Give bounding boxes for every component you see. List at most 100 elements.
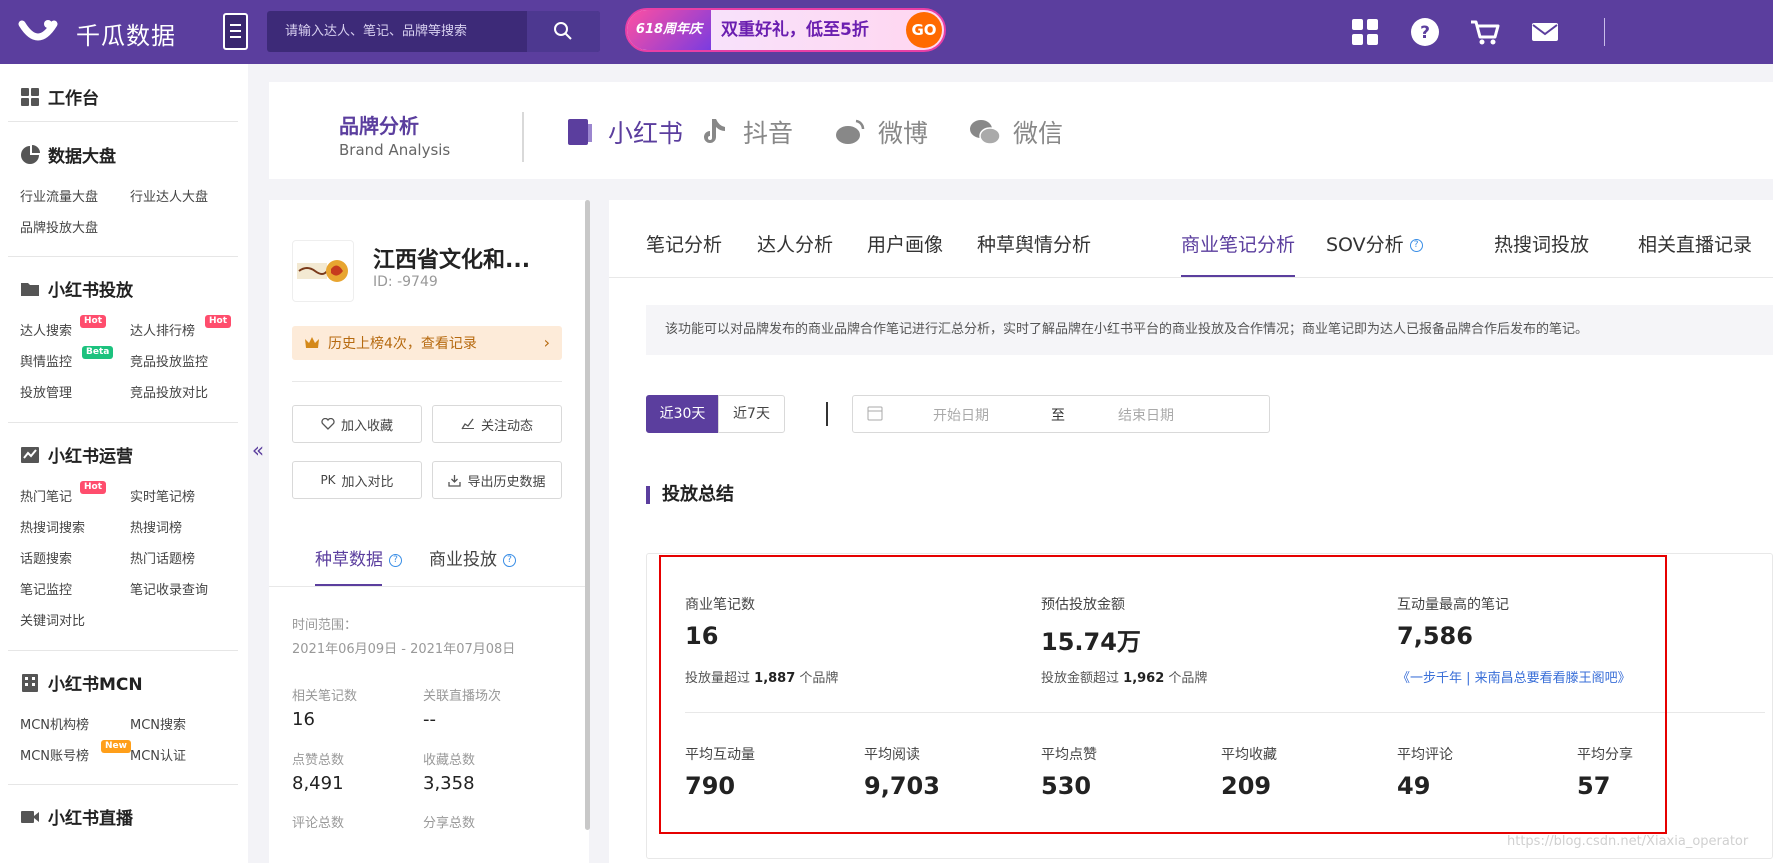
collapse-sidebar-button[interactable]: «	[248, 438, 268, 462]
sidebar-link-topic-search[interactable]: 话题搜索	[20, 548, 72, 567]
summary-value: 530	[1041, 772, 1092, 800]
placement-summary-card: 商业笔记数 16 投放量超过 1,887 个品牌 预估投放金额 15.74万 投…	[646, 553, 1773, 859]
sidebar-link-mcn-accounts[interactable]: MCN账号榜	[20, 745, 89, 764]
sidebar-link-note-monitor[interactable]: 笔记监控	[20, 579, 72, 598]
export-history-button[interactable]: 导出历史数据	[432, 461, 562, 499]
sidebar-item-workbench[interactable]: 工作台	[20, 84, 99, 109]
mail-icon[interactable]	[1530, 17, 1560, 47]
hot-badge: Hot	[205, 315, 232, 328]
watermark-text: https://blog.csdn.net/Xiaxia_operator	[1507, 834, 1749, 849]
help-circle-icon[interactable]: ?	[1409, 239, 1423, 252]
history-text: 历史上榜4次，查看记录	[328, 336, 477, 352]
sidebar-divider	[8, 650, 238, 651]
panel-scrollbar[interactable]	[585, 200, 590, 830]
sidebar-section-dashboard[interactable]: 数据大盘	[20, 142, 116, 167]
follow-updates-button[interactable]: 关注动态	[432, 405, 562, 443]
sidebar-link-hot-topics[interactable]: 热门话题榜	[130, 548, 195, 567]
tab-commercial-placement[interactable]: 商业投放?	[429, 545, 516, 570]
sidebar-link-competitor-compare[interactable]: 竞品投放对比	[130, 382, 208, 401]
summary-label: 商业笔记数	[685, 597, 755, 613]
range-30-days-button[interactable]: 近30天	[646, 395, 719, 433]
sidebar-link-placement-manage[interactable]: 投放管理	[20, 382, 72, 401]
summary-value: 49	[1397, 772, 1431, 800]
sidebar-link-hot-notes[interactable]: 热门笔记	[20, 486, 72, 505]
platform-tab-xiaohongshu[interactable]: 小红书	[564, 114, 683, 150]
range-7-days-button[interactable]: 近7天	[718, 395, 785, 433]
sidebar-section-placement[interactable]: 小红书投放	[20, 276, 133, 301]
tab-commercial-notes[interactable]: 商业笔记分析	[1181, 230, 1295, 257]
start-date-input[interactable]: 开始日期	[933, 405, 989, 425]
platform-tab-wechat[interactable]: 微信	[969, 114, 1063, 150]
sidebar-section-operation[interactable]: 小红书运营	[20, 442, 133, 467]
sidebar-link-mcn-verify[interactable]: MCN认证	[130, 745, 186, 764]
platform-tab-weibo[interactable]: 微博	[834, 114, 928, 150]
sidebar-section-label: 小红书投放	[48, 281, 133, 301]
platform-label: 微博	[878, 119, 929, 148]
tab-live-records[interactable]: 相关直播记录	[1638, 230, 1752, 257]
time-range-value: 2021年06月09日 - 2021年07月08日	[292, 642, 516, 657]
sub-suffix: 个品牌	[799, 671, 839, 686]
new-badge: New	[101, 740, 131, 753]
sidebar-link-sentiment[interactable]: 舆情监控	[20, 351, 72, 370]
menu-toggle-button[interactable]	[223, 13, 248, 50]
help-circle-icon[interactable]: ?	[389, 553, 402, 567]
sidebar-link-brand-placement[interactable]: 品牌投放大盘	[20, 217, 98, 236]
tab-sov-analysis[interactable]: SOV分析?	[1326, 230, 1423, 257]
help-icon[interactable]: ?	[1410, 17, 1440, 47]
sidebar-link-industry-traffic[interactable]: 行业流量大盘	[20, 186, 98, 205]
summary-value: 16	[685, 622, 719, 650]
button-label: 关注动态	[480, 418, 533, 434]
tab-label: 种草数据	[315, 550, 383, 570]
end-date-input[interactable]: 结束日期	[1118, 405, 1174, 425]
sidebar-link-keyword-compare[interactable]: 关键词对比	[20, 610, 85, 629]
tab-seeding-sentiment[interactable]: 种草舆情分析	[977, 230, 1091, 257]
sidebar-link-mcn-search[interactable]: MCN搜索	[130, 714, 186, 733]
tab-kol-analysis[interactable]: 达人分析	[757, 230, 833, 257]
search-button[interactable]	[527, 11, 600, 52]
date-range-picker[interactable]: 开始日期 至 结束日期	[852, 395, 1270, 433]
platform-tab-douyin[interactable]: 抖音	[699, 114, 793, 150]
sidebar-link-mcn-ranking[interactable]: MCN机构榜	[20, 714, 89, 733]
platform-label: 抖音	[743, 119, 794, 148]
summary-label: 平均互动量	[685, 747, 755, 763]
button-label: 加入对比	[341, 474, 394, 490]
sidebar-link-kol-search[interactable]: 达人搜索	[20, 320, 72, 339]
logo-text[interactable]: 千瓜数据	[76, 16, 176, 51]
sidebar-link-hot-search[interactable]: 热搜词搜索	[20, 517, 85, 536]
search-icon	[554, 22, 572, 40]
add-favorite-button[interactable]: 加入收藏	[292, 405, 422, 443]
ranking-history-banner[interactable]: 历史上榜4次，查看记录 ›	[292, 326, 562, 360]
sub-number: 1,887	[754, 671, 796, 686]
sidebar-section-mcn[interactable]: 小红书MCN	[20, 670, 143, 695]
promo-go-button[interactable]: GO	[906, 12, 942, 48]
grid-icon[interactable]	[1350, 17, 1380, 47]
sidebar-link-note-index[interactable]: 笔记收录查询	[130, 579, 208, 598]
sidebar-section-live[interactable]: 小红书直播	[20, 804, 133, 829]
top-navigation-bar: 千瓜数据 618周年庆 双重好礼，低至5折 GO ?	[0, 0, 1773, 64]
tab-hot-search-placement[interactable]: 热搜词投放	[1494, 230, 1589, 257]
search-input[interactable]	[267, 11, 527, 52]
add-compare-button[interactable]: PK 加入对比	[292, 461, 422, 499]
sidebar-link-competitor-monitor[interactable]: 竞品投放监控	[130, 351, 208, 370]
sidebar-link-industry-kol[interactable]: 行业达人大盘	[130, 186, 208, 205]
sub-prefix: 投放量超过	[685, 671, 751, 686]
help-circle-icon[interactable]: ?	[503, 553, 516, 567]
cart-icon[interactable]	[1470, 17, 1500, 47]
top-note-link[interactable]: 《一步千年 | 来南昌总要看看滕王阁吧》	[1397, 667, 1631, 686]
sub-number: 1,962	[1123, 671, 1165, 686]
stat-label: 点赞总数	[292, 753, 345, 768]
panel-divider	[292, 381, 562, 382]
summary-value: 9,703	[864, 772, 940, 800]
brand-avatar	[292, 240, 354, 302]
tab-note-analysis[interactable]: 笔记分析	[646, 230, 722, 257]
stat-label: 关联直播场次	[423, 689, 502, 704]
sidebar-link-hot-search-ranking[interactable]: 热搜词榜	[130, 517, 182, 536]
tab-user-profile[interactable]: 用户画像	[867, 230, 943, 257]
sidebar-link-kol-ranking[interactable]: 达人排行榜	[130, 320, 195, 339]
promo-banner[interactable]: 618周年庆 双重好礼，低至5折 GO	[625, 8, 946, 52]
tab-seeding-data[interactable]: 种草数据?	[315, 545, 402, 570]
sidebar-link-realtime-notes[interactable]: 实时笔记榜	[130, 486, 195, 505]
summary-divider	[685, 712, 1765, 713]
logo-icon[interactable]	[18, 16, 58, 48]
dashboard-icon	[21, 87, 39, 106]
